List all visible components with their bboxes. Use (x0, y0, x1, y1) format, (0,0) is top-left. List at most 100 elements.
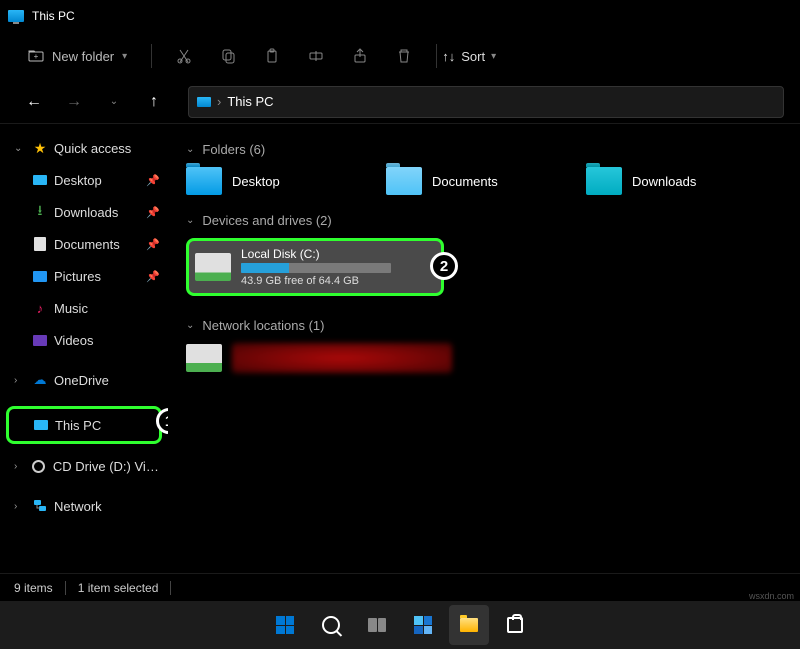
network-location-item[interactable] (186, 343, 476, 373)
drive-local-disk-c[interactable]: Local Disk (C:) 43.9 GB free of 64.4 GB (186, 238, 444, 296)
folder-icon (186, 167, 222, 195)
sidebar-item-network[interactable]: › Network (4, 490, 164, 522)
divider (436, 44, 437, 68)
copy-button[interactable] (208, 38, 248, 74)
paste-icon (264, 48, 280, 64)
chevron-down-icon: ▾ (122, 51, 127, 62)
sort-button[interactable]: ↑↓ Sort ▾ (449, 38, 489, 74)
store-button[interactable] (495, 605, 535, 645)
group-header-drives[interactable]: ⌄ Devices and drives (2) (186, 213, 782, 228)
folder-list: Desktop Documents Downloads (186, 167, 782, 195)
sidebar-item-downloads[interactable]: ⭳ Downloads 📌 (4, 196, 164, 228)
address-bar[interactable]: › This PC (188, 86, 784, 118)
cloud-icon: ☁ (32, 372, 48, 388)
folder-documents[interactable]: Documents (386, 167, 566, 195)
new-folder-icon: + (28, 48, 44, 64)
paste-button[interactable] (252, 38, 292, 74)
drive-info: Local Disk (C:) 43.9 GB free of 64.4 GB (241, 247, 431, 287)
back-button[interactable]: ← (16, 84, 52, 120)
start-button[interactable] (265, 605, 305, 645)
sidebar-item-label: OneDrive (54, 373, 109, 388)
cut-button[interactable] (164, 38, 204, 74)
chevron-down-icon: ⌄ (186, 215, 194, 226)
this-pc-icon (8, 10, 24, 22)
group-label: Network locations (1) (202, 318, 324, 333)
video-icon (33, 335, 47, 346)
sidebar-item-label: Network (54, 499, 102, 514)
share-icon (352, 48, 368, 64)
breadcrumb[interactable]: This PC (227, 94, 273, 109)
divider (65, 581, 66, 595)
sidebar-item-documents[interactable]: Documents 📌 (4, 228, 164, 260)
rename-button[interactable] (296, 38, 336, 74)
rename-icon (308, 48, 324, 64)
up-button[interactable]: ↑ (136, 84, 172, 120)
pin-icon: 📌 (146, 174, 160, 187)
delete-icon (396, 48, 412, 64)
breadcrumb-separator: › (217, 94, 221, 109)
pin-icon: 📌 (146, 270, 160, 283)
sidebar-item-label: This PC (55, 418, 101, 433)
sidebar-item-label: Videos (54, 333, 94, 348)
recent-button[interactable]: ⌄ (96, 84, 132, 120)
status-bar: 9 items 1 item selected (0, 573, 800, 601)
chevron-down-icon: ⌄ (186, 144, 194, 155)
divider (170, 581, 171, 595)
sidebar-item-onedrive[interactable]: › ☁ OneDrive (4, 364, 164, 396)
sidebar-item-this-pc[interactable]: This PC (9, 409, 159, 441)
drive-icon (195, 253, 231, 281)
folder-desktop[interactable]: Desktop (186, 167, 366, 195)
store-icon (507, 617, 523, 633)
redacted-label (232, 343, 452, 373)
status-item-count: 9 items (14, 581, 53, 595)
chevron-down-icon: ▾ (491, 51, 496, 62)
this-pc-icon (197, 97, 211, 107)
music-icon: ♪ (32, 300, 48, 316)
sidebar-item-cd-drive[interactable]: › CD Drive (D:) Virtual (4, 450, 164, 482)
file-explorer-button[interactable] (449, 605, 489, 645)
drive-capacity-bar (241, 263, 391, 273)
star-icon: ★ (32, 140, 48, 156)
group-label: Folders (6) (202, 142, 265, 157)
taskbar (0, 601, 800, 649)
navbar: ← → ⌄ ↑ › This PC (0, 80, 800, 124)
widgets-button[interactable] (403, 605, 443, 645)
sidebar-item-label: Pictures (54, 269, 101, 284)
sidebar-item-label: Music (54, 301, 88, 316)
sidebar-quick-access[interactable]: ⌄ ★ Quick access (4, 132, 164, 164)
content-area: ⌄ Folders (6) Desktop Documents Download… (168, 124, 800, 573)
sidebar-item-videos[interactable]: Videos (4, 324, 164, 356)
folder-label: Desktop (232, 174, 280, 189)
sidebar-item-music[interactable]: ♪ Music (4, 292, 164, 324)
share-button[interactable] (340, 38, 380, 74)
forward-button[interactable]: → (56, 84, 92, 120)
main: ⌄ ★ Quick access Desktop 📌 ⭳ Downloads 📌… (0, 124, 800, 573)
group-header-folders[interactable]: ⌄ Folders (6) (186, 142, 782, 157)
group-header-network[interactable]: ⌄ Network locations (1) (186, 318, 782, 333)
svg-text:+: + (34, 52, 39, 61)
chevron-down-icon: ⌄ (14, 143, 26, 154)
annotation-highlight-2: Local Disk (C:) 43.9 GB free of 64.4 GB … (186, 238, 444, 296)
chevron-down-icon: ⌄ (186, 320, 194, 331)
new-folder-label: New folder (52, 49, 114, 64)
sidebar-item-pictures[interactable]: Pictures 📌 (4, 260, 164, 292)
delete-button[interactable] (384, 38, 424, 74)
new-folder-button[interactable]: + New folder ▾ (16, 38, 139, 74)
sidebar-item-label: Documents (54, 237, 120, 252)
chevron-right-icon: › (14, 461, 25, 472)
sort-icon: ↑↓ (442, 49, 455, 64)
folder-downloads[interactable]: Downloads (586, 167, 766, 195)
toolbar: + New folder ▾ ↑↓ Sort ▾ (0, 32, 800, 80)
taskview-button[interactable] (357, 605, 397, 645)
cd-icon (32, 460, 45, 473)
pin-icon: 📌 (146, 238, 160, 251)
pin-icon: 📌 (146, 206, 160, 219)
picture-icon (33, 271, 47, 282)
sidebar-item-label: Quick access (54, 141, 131, 156)
document-icon (34, 237, 46, 251)
chevron-right-icon: › (14, 501, 26, 512)
sidebar-item-desktop[interactable]: Desktop 📌 (4, 164, 164, 196)
download-icon: ⭳ (32, 204, 48, 220)
group-label: Devices and drives (2) (202, 213, 331, 228)
search-button[interactable] (311, 605, 351, 645)
